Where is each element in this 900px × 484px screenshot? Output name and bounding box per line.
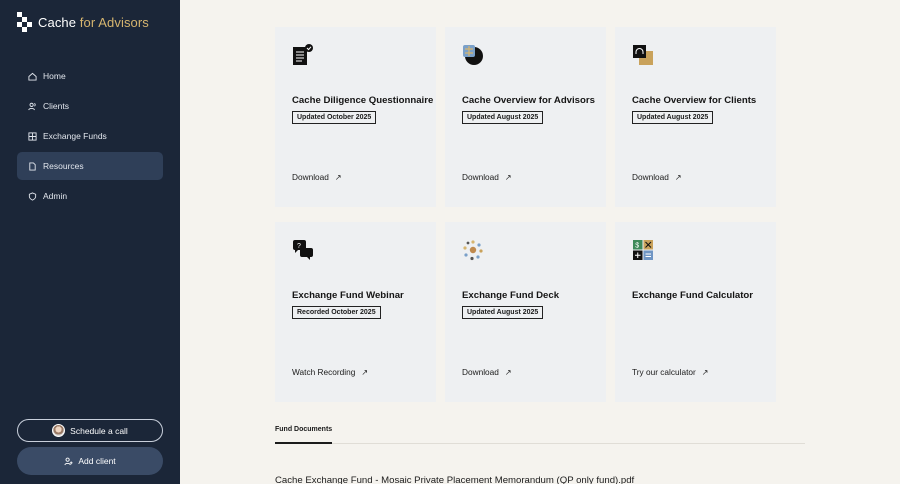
svg-text:$: $ bbox=[635, 243, 639, 250]
arrow-up-right-icon: ↗ bbox=[701, 367, 709, 377]
watch-recording-link[interactable]: Watch Recording ↗ bbox=[292, 367, 368, 377]
link-label: Watch Recording bbox=[292, 367, 356, 377]
svg-text:?: ? bbox=[297, 243, 301, 250]
card-title: Cache Overview for Clients bbox=[632, 95, 757, 106]
arrow-up-right-icon: ↗ bbox=[334, 172, 342, 182]
sidebar-item-label: Resources bbox=[43, 161, 84, 171]
card-title: Exchange Fund Webinar bbox=[292, 290, 404, 301]
add-user-icon bbox=[64, 457, 73, 466]
status-badge: Updated August 2025 bbox=[462, 306, 544, 319]
arrow-up-right-icon: ↗ bbox=[674, 172, 682, 182]
download-link[interactable]: Download ↗ bbox=[292, 172, 342, 182]
avatar bbox=[52, 424, 66, 437]
status-badge: Recorded October 2025 bbox=[292, 306, 381, 319]
sidebar-item-label: Exchange Funds bbox=[43, 131, 107, 141]
sidebar-nav: Home Clients Exchange Funds Resources Ad… bbox=[17, 62, 163, 212]
card-title: Exchange Fund Calculator bbox=[632, 290, 754, 301]
arrow-up-right-icon: ↗ bbox=[361, 367, 369, 377]
resource-card-calculator: $ Exchange Fund Calculator Try our calcu… bbox=[615, 222, 776, 402]
sidebar: Cache for Advisors Home Clients Exchange… bbox=[0, 0, 180, 484]
sidebar-item-label: Home bbox=[43, 71, 66, 81]
link-label: Try our calculator bbox=[632, 367, 696, 377]
resource-card-webinar: ? Exchange Fund Webinar Recorded October… bbox=[275, 222, 436, 402]
chat-bubbles-icon: ? bbox=[292, 239, 314, 261]
document-link[interactable]: Cache Exchange Fund - Mosaic Private Pla… bbox=[275, 475, 634, 484]
sidebar-item-label: Clients bbox=[43, 101, 69, 111]
link-label: Download bbox=[462, 172, 499, 182]
add-client-label: Add client bbox=[78, 456, 116, 466]
sidebar-item-exchange-funds[interactable]: Exchange Funds bbox=[17, 122, 163, 150]
schedule-call-button[interactable]: Schedule a call bbox=[17, 419, 163, 442]
status-badge: Updated August 2025 bbox=[462, 111, 544, 124]
sidebar-item-home[interactable]: Home bbox=[17, 62, 163, 90]
checklist-icon bbox=[292, 44, 314, 66]
sidebar-item-admin[interactable]: Admin bbox=[17, 182, 163, 210]
sidebar-item-label: Admin bbox=[43, 191, 68, 201]
download-link[interactable]: Download ↗ bbox=[462, 367, 512, 377]
shield-icon bbox=[28, 191, 37, 201]
dots-cluster-icon bbox=[462, 239, 484, 261]
download-link[interactable]: Download ↗ bbox=[462, 172, 512, 182]
document-icon bbox=[28, 161, 37, 171]
link-label: Download bbox=[632, 172, 669, 182]
brand-name: Cache for Advisors bbox=[38, 14, 149, 30]
calculator-icon: $ bbox=[632, 239, 654, 261]
add-client-button[interactable]: Add client bbox=[17, 447, 163, 475]
brand-logo-link[interactable]: Cache for Advisors bbox=[17, 12, 149, 32]
resource-card-advisors-overview: Cache Overview for Advisors Updated Augu… bbox=[445, 27, 606, 207]
tab-fund-documents[interactable]: Fund Documents bbox=[275, 420, 333, 444]
documents-tabs: Fund Documents bbox=[275, 420, 805, 444]
grid-icon bbox=[28, 131, 37, 141]
status-badge: Updated August 2025 bbox=[632, 111, 714, 124]
link-label: Download bbox=[292, 172, 329, 182]
globe-icon bbox=[462, 44, 484, 66]
sidebar-item-resources[interactable]: Resources bbox=[17, 152, 163, 180]
home-icon bbox=[28, 72, 37, 81]
sidebar-item-clients[interactable]: Clients bbox=[17, 92, 163, 120]
card-title: Cache Diligence Questionnaire bbox=[292, 95, 434, 106]
arrow-up-right-icon: ↗ bbox=[504, 367, 512, 377]
resource-card-diligence: Cache Diligence Questionnaire Updated Oc… bbox=[275, 27, 436, 207]
link-label: Download bbox=[462, 367, 499, 377]
arrow-up-right-icon: ↗ bbox=[504, 172, 512, 182]
card-title: Exchange Fund Deck bbox=[462, 290, 560, 301]
resource-card-clients-overview: Cache Overview for Clients Updated Augus… bbox=[615, 27, 776, 207]
download-link[interactable]: Download ↗ bbox=[632, 172, 682, 182]
card-title: Cache Overview for Advisors bbox=[462, 95, 595, 106]
schedule-call-label: Schedule a call bbox=[70, 425, 128, 436]
resource-card-deck: Exchange Fund Deck Updated August 2025 D… bbox=[445, 222, 606, 402]
headphones-icon bbox=[632, 44, 654, 66]
status-badge: Updated October 2025 bbox=[292, 111, 377, 124]
cache-logo-icon bbox=[17, 12, 32, 32]
users-icon bbox=[28, 102, 37, 111]
calculator-link[interactable]: Try our calculator ↗ bbox=[632, 367, 709, 377]
